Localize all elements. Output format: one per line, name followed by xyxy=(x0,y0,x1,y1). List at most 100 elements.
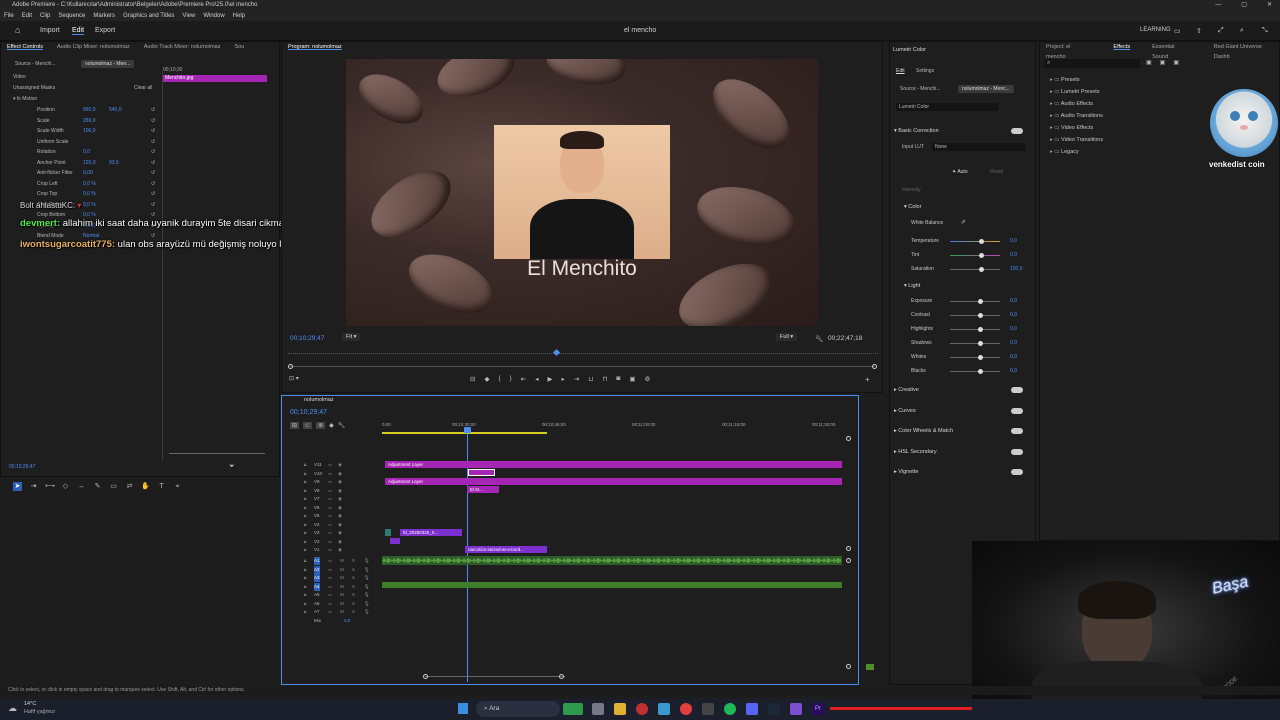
menu-markers[interactable]: Markers xyxy=(93,11,115,21)
tab-program[interactable]: Program: nolumolmaz xyxy=(288,42,342,52)
lumetri-edit-tab[interactable]: Edit xyxy=(896,68,905,74)
lock-icon[interactable]: 🔒︎ xyxy=(304,538,306,546)
property-value[interactable]: 289,0 xyxy=(83,117,96,125)
property-row[interactable]: Anti-flicker Filter 0,00 ↺ xyxy=(19,169,159,177)
effects-search-input[interactable]: ⌕ xyxy=(1044,59,1140,68)
tab-red-giant[interactable]: Red Giant Universe Dashb xyxy=(1214,42,1279,60)
slider-track[interactable] xyxy=(950,341,1000,346)
app-icon[interactable] xyxy=(702,703,714,715)
audio-track-header[interactable]: 🔒︎ A2 ▭ M S 🎙︎ xyxy=(282,565,377,574)
taskview-icon[interactable] xyxy=(592,703,604,715)
menu-view[interactable]: View xyxy=(182,11,195,21)
slider-knob[interactable] xyxy=(978,327,983,332)
accelerated-icon[interactable]: ▣ xyxy=(1146,59,1152,66)
filter-icon[interactable]: ⏷ xyxy=(229,463,235,471)
property-row[interactable]: Uniform Scale ↺ xyxy=(19,138,159,146)
lumetri-section-heading[interactable]: ▸ HSL Secondary xyxy=(894,449,937,455)
motion-heading[interactable]: ▾ fx Motion xyxy=(13,95,37,103)
type-tool-icon[interactable]: T xyxy=(157,482,166,491)
reset-icon[interactable]: ↺ xyxy=(151,190,155,198)
compare-icon[interactable]: ▣ xyxy=(629,375,635,385)
mute-icon[interactable]: M xyxy=(340,608,344,616)
selection-tool-icon[interactable]: ➤ xyxy=(13,482,22,491)
lock-icon[interactable]: 🔒︎ xyxy=(304,495,306,503)
sync-icon[interactable]: ▭ xyxy=(328,583,332,591)
sequence-dropdown[interactable]: nolumolmaz - Men... xyxy=(81,60,135,68)
lumetri-section-heading[interactable]: ▸ Vignette xyxy=(894,469,918,475)
reset-icon[interactable]: ↺ xyxy=(151,159,155,167)
hand-tool-icon[interactable]: ✋ xyxy=(141,482,150,491)
play-icon[interactable]: ▶ xyxy=(548,375,553,385)
video-clip-v3[interactable]: fd_20260326_0... xyxy=(400,529,462,536)
effects-folder[interactable]: Video Transitions xyxy=(1050,137,1103,143)
rectangle-tool-icon[interactable]: ▭ xyxy=(109,482,118,491)
workspaces-icon[interactable]: ▭ xyxy=(1174,27,1181,35)
playhead-handle[interactable] xyxy=(464,427,471,433)
reset-icon[interactable]: ↺ xyxy=(151,180,155,188)
property-row[interactable]: Scale 289,0 ↺ xyxy=(19,117,159,125)
tab-project[interactable]: Project: el mencho xyxy=(1046,42,1091,60)
property-row[interactable]: Crop Left 0,0 % ↺ xyxy=(19,180,159,188)
slider-knob[interactable] xyxy=(978,369,983,374)
slider-track[interactable] xyxy=(950,253,1000,258)
video-track-header[interactable]: 🔒︎ V10 ▭ ◉ xyxy=(282,470,377,478)
yuv-icon[interactable]: ▣ xyxy=(1173,59,1179,66)
timeline-zoom-left[interactable] xyxy=(423,674,428,679)
solo-icon[interactable]: S xyxy=(352,591,355,599)
slider-value[interactable]: 0,0 xyxy=(1010,298,1017,304)
lock-icon[interactable]: 🔒︎ xyxy=(304,487,306,495)
eye-icon[interactable]: ◉ xyxy=(338,461,342,469)
lumetri-section-heading[interactable]: ▸ Curves xyxy=(894,408,916,414)
video-track-header[interactable]: 🔒︎ V1 ▭ ◉ xyxy=(282,546,377,554)
program-zoom-bar[interactable] xyxy=(290,366,875,367)
solo-icon[interactable]: S xyxy=(352,583,355,591)
program-playhead-timecode[interactable]: 00;10;29;47 xyxy=(290,335,324,342)
app-icon[interactable] xyxy=(658,703,670,715)
menu-graphics[interactable]: Graphics and Titles xyxy=(123,11,174,21)
menu-window[interactable]: Window xyxy=(203,11,224,21)
menu-clip[interactable]: Clip xyxy=(40,11,50,21)
lock-icon[interactable]: 🔒︎ xyxy=(304,574,306,582)
ec-zoom-bar[interactable] xyxy=(169,453,265,454)
sync-icon[interactable]: ▭ xyxy=(328,546,332,554)
eye-icon[interactable]: ◉ xyxy=(338,529,342,537)
mark-in-icon[interactable]: ⊟ xyxy=(470,375,475,385)
eyedropper-icon[interactable]: ✐ xyxy=(961,219,966,226)
export-tab[interactable]: Export xyxy=(95,27,115,34)
video-track-header[interactable]: 🔒︎ V9 ▭ ◉ xyxy=(282,478,377,486)
effects-folder[interactable]: Lumetri Presets xyxy=(1050,89,1100,95)
lock-icon[interactable]: 🔒︎ xyxy=(304,557,306,565)
sync-icon[interactable]: ▭ xyxy=(328,566,332,574)
tab-source[interactable]: Sou xyxy=(234,42,244,52)
property-value-2[interactable]: 540,0 xyxy=(109,106,122,114)
reset-button[interactable]: Reset xyxy=(990,169,1003,175)
start-icon[interactable] xyxy=(458,703,468,714)
lock-icon[interactable]: 🔒︎ xyxy=(304,478,306,486)
effects-folder[interactable]: Audio Transitions xyxy=(1050,113,1103,119)
mute-icon[interactable]: M xyxy=(340,600,344,608)
audio-track-header[interactable]: 🔒︎ A1 ▭ M S 🎙︎ xyxy=(282,557,377,565)
property-row[interactable]: Position 960,0 540,0 ↺ xyxy=(19,106,159,114)
property-value[interactable]: 100,0 xyxy=(83,127,96,135)
audio-clip-a1[interactable] xyxy=(381,556,842,565)
property-value[interactable]: 0,00 xyxy=(83,169,93,177)
sequence-tab[interactable]: nolumolmaz xyxy=(304,397,334,403)
basic-toggle[interactable] xyxy=(1011,128,1023,134)
mic-icon[interactable]: 🎙︎ xyxy=(364,608,370,616)
slider-knob[interactable] xyxy=(978,313,983,318)
timeline-zoom-right[interactable] xyxy=(559,674,564,679)
lock-icon[interactable]: 🔒︎ xyxy=(304,608,306,616)
video-track-header[interactable]: 🔒︎ V7 ▭ ◉ xyxy=(282,495,377,503)
menu-help[interactable]: Help xyxy=(233,11,245,21)
selected-clip[interactable] xyxy=(468,469,495,476)
v-scroll-mid[interactable] xyxy=(846,546,851,551)
step-forward-icon[interactable]: ▸ xyxy=(562,375,565,385)
property-value[interactable]: 0,0 % xyxy=(83,180,96,188)
sync-icon[interactable]: ▭ xyxy=(328,538,332,546)
ripple-edit-icon[interactable]: ⟷ xyxy=(45,482,55,491)
property-row[interactable]: Scale Width 100,0 ↺ xyxy=(19,127,159,135)
insert-icon[interactable]: ⊔ xyxy=(588,375,593,385)
menu-edit[interactable]: Edit xyxy=(22,11,32,21)
slider-track[interactable] xyxy=(950,327,1000,332)
property-value[interactable]: 125,0 xyxy=(83,159,96,167)
